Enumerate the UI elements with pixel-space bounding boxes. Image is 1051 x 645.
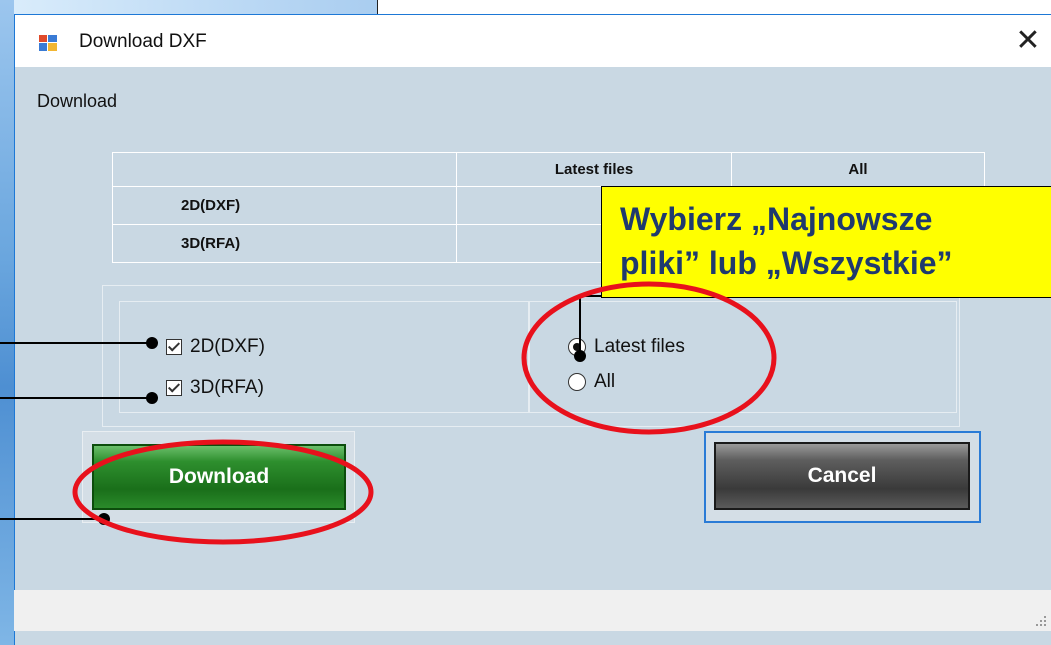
checkbox-2d-dxf[interactable]: 2D(DXF) (166, 336, 265, 358)
app-icon (39, 35, 57, 51)
radio-selected-icon[interactable] (568, 338, 586, 356)
radio-unselected-icon[interactable] (568, 373, 586, 391)
checkbox-label: 3D(RFA) (190, 377, 264, 398)
callout-line: Wybierz „Najnowsze (620, 201, 933, 237)
radio-label: Latest files (594, 336, 685, 357)
radio-latest-files[interactable]: Latest files (568, 336, 685, 358)
resize-grip-icon[interactable] (1035, 615, 1047, 627)
checkbox-3d-rfa[interactable]: 3D(RFA) (166, 377, 264, 399)
table-row-label: 2D(DXF) (112, 186, 457, 225)
table-header-cell: All (731, 152, 985, 187)
radio-all[interactable]: All (568, 371, 615, 393)
desktop-background (0, 0, 14, 645)
close-icon[interactable]: ✕ (1005, 23, 1051, 59)
download-button[interactable]: Download (92, 444, 346, 510)
desktop-background-top (14, 0, 378, 14)
status-footer (14, 590, 1051, 631)
table-header-cell (112, 152, 457, 187)
checkbox-checked-icon[interactable] (166, 339, 182, 355)
divider (377, 0, 378, 14)
callout-line: pliki” lub „Wszystkie” (620, 245, 953, 281)
checkbox-label: 2D(DXF) (190, 336, 265, 357)
title-bar: Download DXF ✕ (15, 15, 1051, 67)
table-row-label: 3D(RFA) (112, 224, 457, 263)
checkbox-checked-icon[interactable] (166, 380, 182, 396)
table-header-row: Latest files All (112, 152, 985, 187)
radio-label: All (594, 371, 616, 392)
window-title: Download DXF (79, 31, 207, 52)
group-label: Download (37, 91, 118, 111)
cancel-button[interactable]: Cancel (714, 442, 970, 510)
table-header-cell: Latest files (456, 152, 732, 187)
annotation-callout: Wybierz „Najnowsze pliki” lub „Wszystkie… (601, 186, 1051, 298)
